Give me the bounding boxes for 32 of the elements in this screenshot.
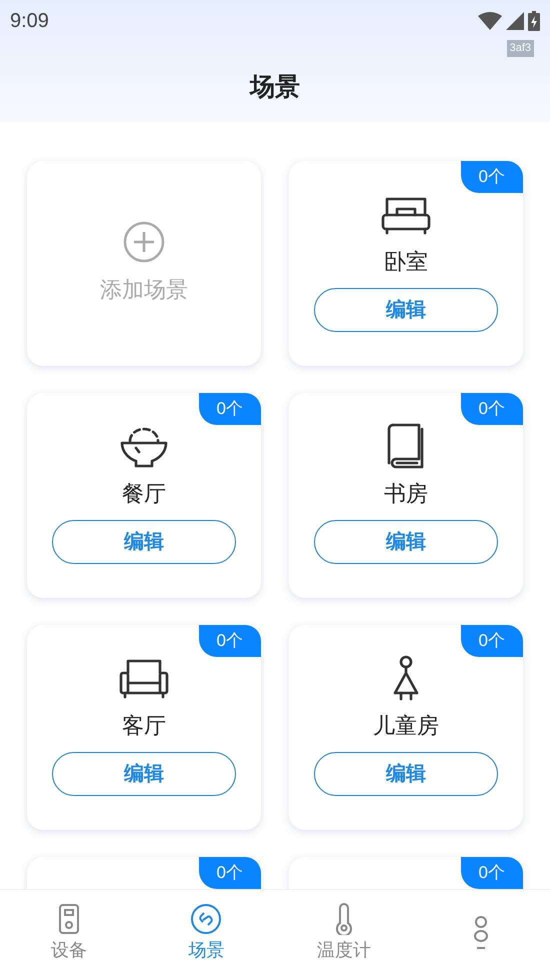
count-badge: 0个 xyxy=(460,625,523,657)
scene-name: 餐厅 xyxy=(122,480,166,508)
link-icon xyxy=(190,903,222,935)
nav-tab[interactable]: 场景 xyxy=(138,890,275,977)
speaker-icon xyxy=(56,903,81,935)
scene-name: 卧室 xyxy=(384,248,428,276)
edit-button[interactable]: 编辑 xyxy=(314,520,498,564)
edit-button[interactable]: 编辑 xyxy=(314,288,498,332)
count-badge: 0个 xyxy=(460,857,523,889)
nav-tab[interactable]: 温度计 xyxy=(275,890,412,977)
nav-tab[interactable]: 设备 xyxy=(0,890,138,977)
edit-button[interactable]: 编辑 xyxy=(314,752,498,796)
edit-button[interactable]: 编辑 xyxy=(52,520,236,564)
signal-icon xyxy=(506,12,524,30)
scene-name: 客厅 xyxy=(122,712,166,740)
count-badge: 0个 xyxy=(198,857,261,889)
battery-icon xyxy=(528,11,540,31)
scene-name: 书房 xyxy=(384,480,428,508)
count-badge: 0个 xyxy=(460,161,523,193)
plus-icon xyxy=(123,221,165,263)
scene-name: 儿童房 xyxy=(373,712,439,740)
count-badge: 0个 xyxy=(460,393,523,425)
status-time: 9:09 xyxy=(10,9,49,34)
add-scene-label: 添加场景 xyxy=(100,276,188,304)
add-scene-card[interactable]: 添加场景 xyxy=(27,161,261,366)
wifi-icon xyxy=(478,12,502,30)
thermometer-icon xyxy=(334,903,354,935)
count-badge: 0个 xyxy=(198,625,261,657)
edit-button[interactable]: 编辑 xyxy=(52,752,236,796)
debug-tag: 3af3 xyxy=(506,40,534,56)
count-badge: 0个 xyxy=(198,393,261,425)
page-title: 场景 xyxy=(250,72,300,102)
